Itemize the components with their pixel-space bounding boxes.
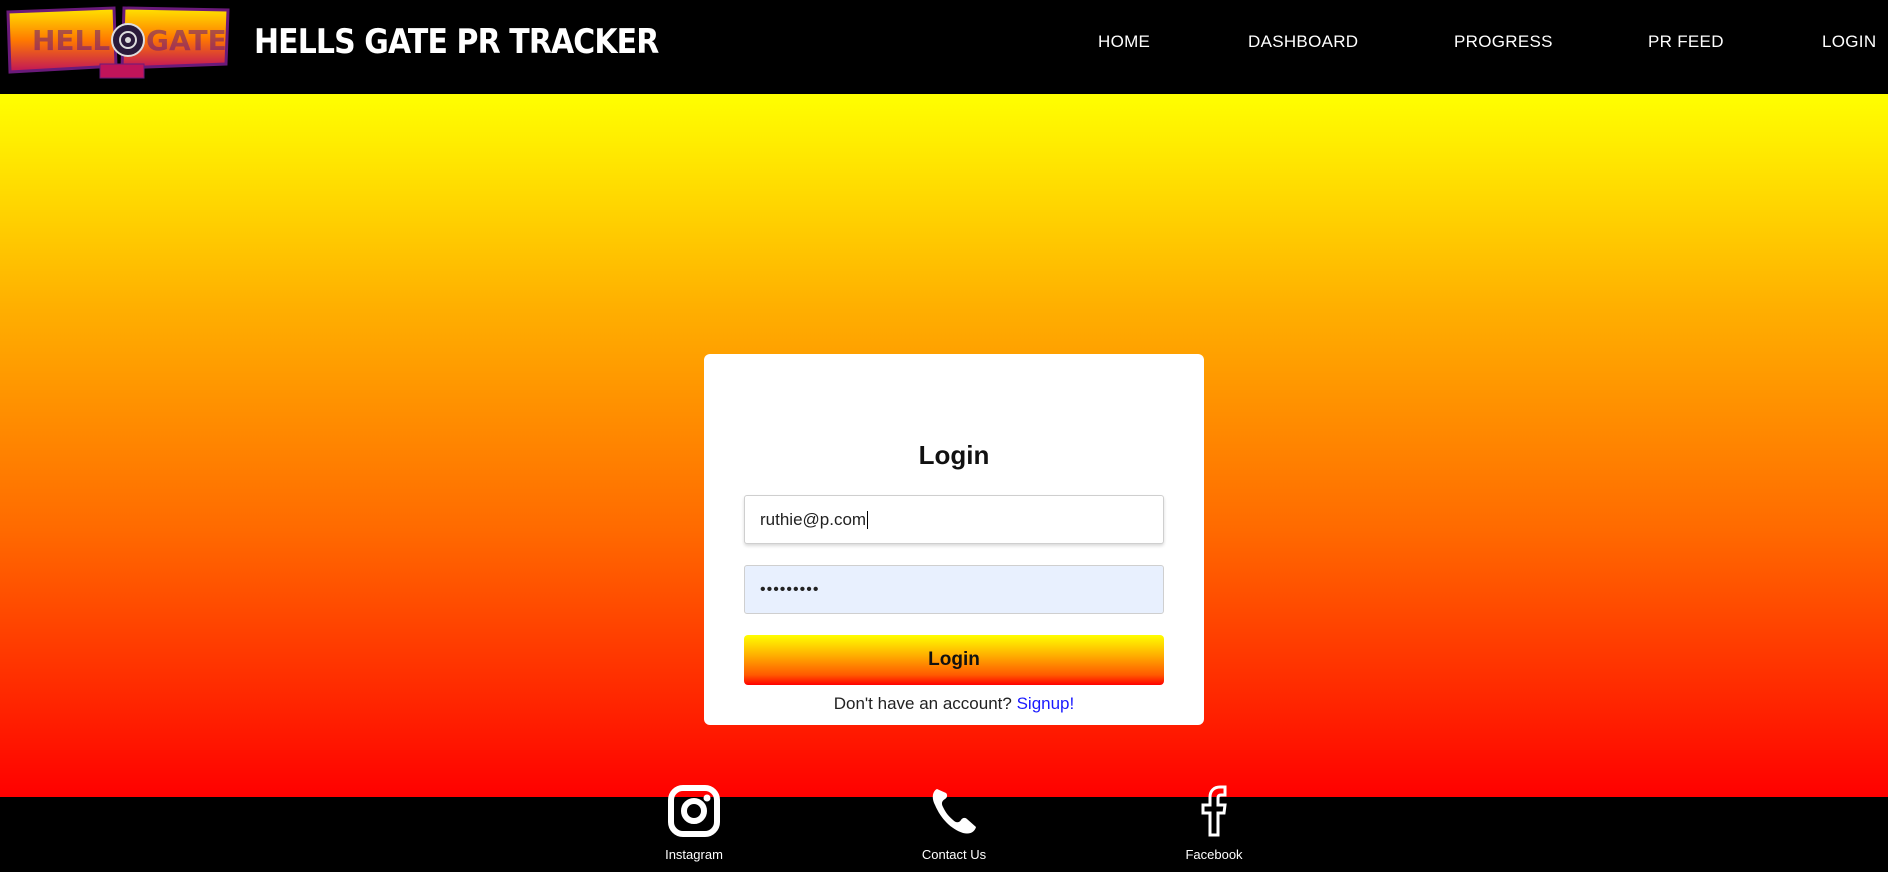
signup-link[interactable]: Signup! bbox=[1017, 694, 1075, 713]
facebook-icon bbox=[1201, 785, 1227, 837]
nav-login[interactable]: LOGIN bbox=[1822, 32, 1876, 52]
nav-progress[interactable]: PROGRESS bbox=[1454, 32, 1553, 52]
text-caret bbox=[867, 510, 869, 529]
phone-icon bbox=[932, 789, 976, 834]
nav-home[interactable]: HOME bbox=[1098, 32, 1150, 52]
footer-contact-label: Contact Us bbox=[921, 847, 987, 862]
main-content: Login ruthie@p.com ••••••••• Login Don't… bbox=[0, 94, 1888, 797]
nav-dashboard[interactable]: DASHBOARD bbox=[1248, 32, 1358, 52]
footer-facebook-label: Facebook bbox=[1185, 847, 1243, 862]
login-title: Login bbox=[918, 440, 990, 470]
main-nav: HOME DASHBOARD PROGRESS PR FEED LOGIN bbox=[0, 0, 1888, 86]
footer-instagram-label: Instagram bbox=[665, 847, 723, 862]
email-field[interactable]: ruthie@p.com bbox=[744, 495, 1164, 544]
password-field[interactable]: ••••••••• bbox=[744, 565, 1164, 614]
email-value: ruthie@p.com bbox=[760, 509, 867, 529]
nav-pr-feed[interactable]: PR FEED bbox=[1648, 32, 1724, 52]
password-value: ••••••••• bbox=[760, 580, 820, 598]
instagram-icon bbox=[668, 785, 720, 837]
signup-text: Don't have an account? bbox=[833, 694, 1012, 713]
login-button[interactable]: Login bbox=[744, 635, 1164, 685]
login-card: Login ruthie@p.com ••••••••• Login Don't… bbox=[704, 354, 1204, 725]
site-footer: Instagram Contact Us Facebook bbox=[0, 785, 1888, 872]
signup-prompt: Don't have an account? Signup! bbox=[704, 694, 1204, 714]
site-header: HELL GATE HELLS GATE PR TRACKER HOME DAS… bbox=[0, 0, 1888, 94]
